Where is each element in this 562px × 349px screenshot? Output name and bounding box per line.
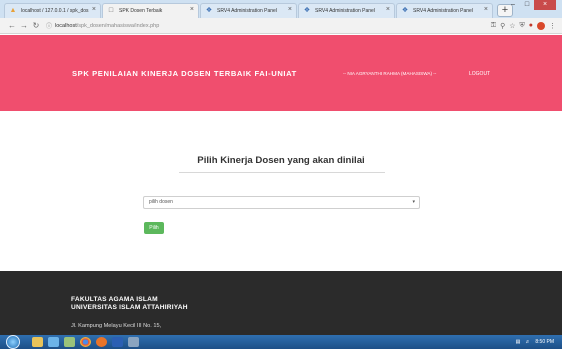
minimize-icon[interactable]: – [506,0,520,10]
maximize-icon[interactable]: □ [520,0,534,10]
chevron-down-icon: ▾ [412,199,415,205]
tab-srv4-3[interactable]: ❖ SRV4 Administration Panel × [396,3,493,18]
shield-icon[interactable]: ⛨ [520,22,525,30]
chrome-icon[interactable] [80,337,91,347]
forward-arrow-icon[interactable]: → [18,21,30,30]
tab-srv4-1[interactable]: ❖ SRV4 Administration Panel × [200,3,297,18]
close-icon[interactable]: × [484,6,488,13]
srv-icon: ❖ [303,7,311,14]
start-button[interactable] [6,335,20,349]
clock[interactable]: 8:50 PM [535,339,554,345]
footer-faculty: FAKULTAS AGAMA ISLAM [71,296,158,303]
window-close-icon[interactable]: × [534,0,556,10]
os-taskbar: ▤ ♬ 8:50 PM [0,335,562,349]
tab-label: SPK Dosen Terbaik [119,8,163,14]
title-divider [179,172,385,173]
close-icon[interactable]: × [190,6,194,13]
reload-icon[interactable]: ↻ [30,21,42,30]
key-icon[interactable]: ⚿ [491,22,496,30]
tab-label: SRV4 Administration Panel [413,8,473,14]
tab-phpmyadmin[interactable]: ▲ localhost / 127.0.0.1 / spk_dos × [4,3,101,18]
phpmyadmin-icon: ▲ [9,7,17,14]
zoom-icon[interactable]: ⚲ [500,22,505,30]
misc-icon[interactable] [128,337,139,347]
close-icon[interactable]: × [92,6,96,13]
browser-toolbar: ← → ↻ ⓘ localhost /spk_dosen/mahasiswa/i… [0,18,562,34]
site-brand[interactable]: SPK PENILAIAN KINERJA DOSEN TERBAIK FAI-… [72,69,297,78]
back-arrow-icon[interactable]: ← [6,21,18,30]
info-icon[interactable]: ⓘ [46,21,52,30]
page-icon: □ [108,7,114,14]
pilih-button[interactable]: Pilih [144,222,164,234]
window-controls: – □ × [506,0,556,10]
footer-address: Jl. Kampung Melayu Kecil III No. 15, [71,323,162,329]
firefox-icon[interactable] [96,337,107,347]
tab-label: SRV4 Administration Panel [217,8,277,14]
profile-avatar[interactable] [537,21,545,30]
footer-university: UNIVERSITAS ISLAM ATTAHIRIYAH [71,304,188,311]
network-icon[interactable]: ▤ [516,339,521,345]
tab-spk-dosen[interactable]: □ SPK Dosen Terbaik × [102,3,199,18]
close-icon[interactable]: × [288,6,292,13]
explorer-icon[interactable] [32,337,43,347]
srv-icon: ❖ [205,7,213,14]
browser-tab-strip: ▲ localhost / 127.0.0.1 / spk_dos × □ SP… [0,0,562,18]
dosen-select[interactable]: pilih dosen ▾ [143,196,420,209]
system-tray: ▤ ♬ 8:50 PM [516,339,562,345]
tab-srv4-2[interactable]: ❖ SRV4 Administration Panel × [298,3,395,18]
select-value: pilih dosen [149,199,173,205]
page-title: Pilih Kinerja Dosen yang akan dinilai [197,155,365,166]
url-path: /spk_dosen/mahasiswa/index.php [76,22,160,29]
tab-label: SRV4 Administration Panel [315,8,375,14]
toolbar-actions: ⚿ ⚲ ☆ ⛨ ● ⋮ [491,21,556,30]
srv-icon: ❖ [401,7,409,14]
close-icon[interactable]: × [386,6,390,13]
menu-dots-icon[interactable]: ⋮ [549,22,556,30]
volume-icon[interactable]: ♬ [525,339,530,345]
url-host: localhost [55,22,77,29]
extension-icon[interactable]: ● [529,22,533,29]
media-icon[interactable] [48,337,59,347]
star-icon[interactable]: ☆ [509,22,515,30]
app-icon[interactable] [64,337,75,347]
tab-label: localhost / 127.0.0.1 / spk_dos [21,8,89,14]
site-header: SPK PENILAIAN KINERJA DOSEN TERBAIK FAI-… [0,35,562,111]
current-user: -- NIA AGRYANTHI RAHMA (MAHASISWA) -- [343,71,437,76]
word-icon[interactable] [112,337,123,347]
site-footer: FAKULTAS AGAMA ISLAM UNIVERSITAS ISLAM A… [0,271,562,335]
address-bar[interactable]: ⓘ localhost /spk_dosen/mahasiswa/index.p… [46,21,160,31]
logout-link[interactable]: LOGOUT [469,71,490,77]
